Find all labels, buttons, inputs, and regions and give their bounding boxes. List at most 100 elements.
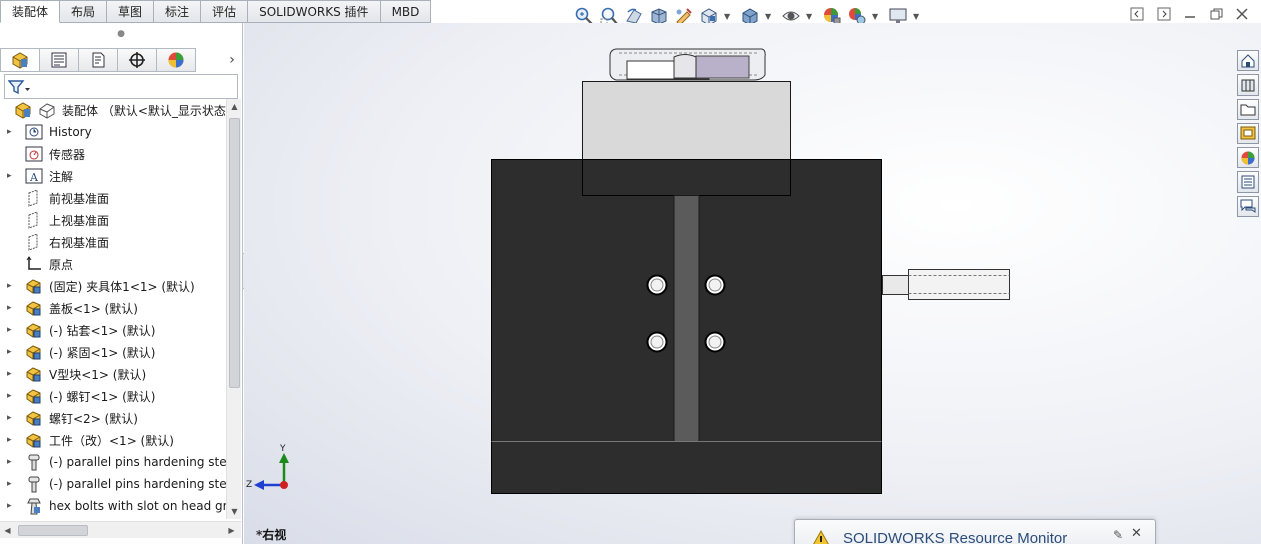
tree-item[interactable]: ▸ History [0, 121, 226, 143]
file-explorer-icon[interactable] [1237, 98, 1259, 120]
forum-icon[interactable] [1237, 195, 1259, 217]
expand-arrow-icon[interactable]: ▸ [7, 479, 17, 489]
close-notification-icon[interactable]: ✕ [1131, 526, 1142, 541]
tree-item[interactable]: ▸ A 注解 [0, 165, 226, 187]
configurationmanager-tab[interactable] [78, 48, 118, 72]
tree-item[interactable]: ▸ (-) 钻套<1> (默认) [0, 319, 226, 341]
tree-filter[interactable] [4, 74, 238, 99]
minimize-icon[interactable] [1182, 6, 1198, 22]
expand-arrow-icon[interactable]: ▸ [7, 413, 17, 423]
expand-arrow-icon[interactable]: ▸ [7, 347, 17, 357]
tree-item-label: 盖板<1> (默认) [49, 301, 138, 316]
tree-item-label: 前视基准面 [49, 191, 110, 206]
dimxpertmanager-tab[interactable] [117, 48, 157, 72]
tree-item-label: (-) 钻套<1> (默认) [49, 323, 156, 338]
tree-item[interactable]: ▸ 螺钉<2> (默认) [0, 407, 226, 429]
vertical-scroll-thumb[interactable] [229, 118, 240, 388]
scroll-right-icon[interactable]: ▶ [224, 523, 239, 538]
tree-item[interactable]: 装配体 （默认<默认_显示状态-1> [0, 99, 226, 121]
tree-item[interactable]: 右视基准面 [0, 231, 226, 253]
tree-item[interactable]: ▸ V型块<1> (默认) [0, 363, 226, 385]
scroll-up-icon[interactable]: ▲ [227, 99, 242, 114]
tab-1[interactable]: 布局 [60, 0, 108, 23]
tree-item[interactable]: ▸ 工件（改）<1> (默认) [0, 429, 226, 451]
custom-properties-icon[interactable] [1237, 171, 1259, 193]
tree-item[interactable]: 传感器 [0, 143, 226, 165]
panel-collapse-right-icon[interactable] [1156, 6, 1172, 22]
tree-item[interactable]: ▸ hex bolts with slot on head gr [0, 495, 226, 517]
expand-arrow-icon[interactable]: ▸ [7, 457, 17, 467]
expand-arrow-icon[interactable]: ▸ [7, 369, 17, 379]
tree-vertical-scrollbar[interactable]: ▲ ▼ [226, 99, 241, 519]
side-screw-shape [882, 269, 1010, 300]
display-style-dropdown-icon[interactable]: ▼ [765, 12, 773, 21]
tree-item[interactable]: 原点 [0, 253, 226, 275]
panel-grip[interactable]: ● [0, 23, 242, 45]
view-orientation-dropdown-icon[interactable]: ▼ [724, 12, 732, 21]
tree-item-label: (固定) 夹具体1<1> (默认) [49, 279, 195, 294]
horizontal-scroll-thumb[interactable] [18, 525, 88, 536]
tab-6[interactable]: MBD [380, 0, 432, 23]
plane-icon [25, 233, 43, 251]
base-plate-shape [491, 441, 882, 494]
expand-arrow-icon[interactable]: ▸ [7, 127, 17, 137]
resource-monitor-notification[interactable]: SOLIDWORKS Resource Monitor ✎ ✕ [794, 519, 1156, 544]
expand-arrow-icon[interactable]: ▸ [7, 281, 17, 291]
tab-3[interactable]: 标注 [154, 0, 202, 23]
tree-item-label: (-) 螺钉<1> (默认) [49, 389, 156, 404]
tab-5[interactable]: SOLIDWORKS 插件 [248, 0, 381, 23]
tree-item[interactable]: ▸ (-) parallel pins hardening stee [0, 451, 226, 473]
tree-item-label: hex bolts with slot on head gr [49, 499, 226, 513]
tree-item-label: (-) parallel pins hardening stee [49, 477, 226, 491]
tree-item[interactable]: ▸ (-) 螺钉<1> (默认) [0, 385, 226, 407]
vertical-slot-shape [673, 195, 700, 442]
design-library-icon[interactable] [1237, 74, 1259, 96]
view-settings-dropdown-icon[interactable]: ▼ [913, 12, 921, 21]
part-icon [25, 299, 43, 317]
displaymanager-tab[interactable] [156, 48, 196, 72]
assembly-plane-icon [38, 101, 56, 119]
expand-arrow-icon[interactable]: ▸ [7, 325, 17, 335]
origin-icon [25, 255, 43, 273]
graphics-area[interactable]: Y Z [244, 23, 1261, 544]
expand-arrow-icon[interactable]: ▸ [7, 171, 17, 181]
apply-scene-dropdown-icon[interactable]: ▼ [872, 12, 880, 21]
more-tabs-arrow-icon[interactable]: › [221, 48, 243, 72]
annotation-icon: A [25, 167, 43, 185]
tree-item[interactable]: 前视基准面 [0, 187, 226, 209]
solidworks-resources-icon[interactable] [1237, 50, 1259, 72]
pin-icon[interactable]: ✎ [1113, 528, 1123, 542]
tab-2[interactable]: 草图 [107, 0, 155, 23]
restore-icon[interactable] [1208, 6, 1224, 22]
expand-arrow-icon[interactable]: ▸ [7, 435, 17, 445]
tab-0[interactable]: 装配体 [0, 0, 61, 23]
scroll-left-icon[interactable]: ◀ [0, 523, 15, 538]
part-icon [25, 387, 43, 405]
hide-show-dropdown-icon[interactable]: ▼ [806, 12, 814, 21]
panel-collapse-left-icon[interactable] [1129, 6, 1145, 22]
tree-item[interactable]: ▸ (-) parallel pins hardening stee [0, 473, 226, 495]
appearances-scenes-icon[interactable] [1237, 147, 1259, 169]
view-palette-icon[interactable] [1237, 122, 1259, 145]
feature-manager-panel: ● › 装配体 （默认<默认_显示状态-1> ▸ History 传感器 ▸ A 注解前视基… [0, 23, 243, 544]
cover-plate-shape [582, 81, 791, 160]
tree-item[interactable]: 上视基准面 [0, 209, 226, 231]
tree-item[interactable]: ▸ (固定) 夹具体1<1> (默认) [0, 275, 226, 297]
featuremanager-tab[interactable] [0, 48, 40, 72]
tree-item-label: 原点 [49, 257, 74, 272]
expand-arrow-icon[interactable]: ▸ [7, 303, 17, 313]
tree-item[interactable]: ▸ (-) 紧固<1> (默认) [0, 341, 226, 363]
pin-icon [25, 475, 43, 493]
part-icon [25, 277, 43, 295]
expand-arrow-icon[interactable]: ▸ [7, 501, 17, 511]
assembly-model-right-view [254, 48, 1010, 494]
propertymanager-tab[interactable] [39, 48, 79, 72]
tree-item[interactable]: ▸ 盖板<1> (默认) [0, 297, 226, 319]
scroll-down-icon[interactable]: ▼ [227, 504, 242, 519]
tree-horizontal-scrollbar[interactable]: ◀ ▶ [0, 521, 241, 538]
tree-item-label: 装配体 （默认<默认_显示状态-1> [62, 103, 226, 118]
expand-arrow-icon[interactable]: ▸ [7, 391, 17, 401]
tree-item-label: 上视基准面 [49, 213, 110, 228]
tab-4[interactable]: 评估 [201, 0, 249, 23]
close-icon[interactable] [1234, 6, 1250, 22]
